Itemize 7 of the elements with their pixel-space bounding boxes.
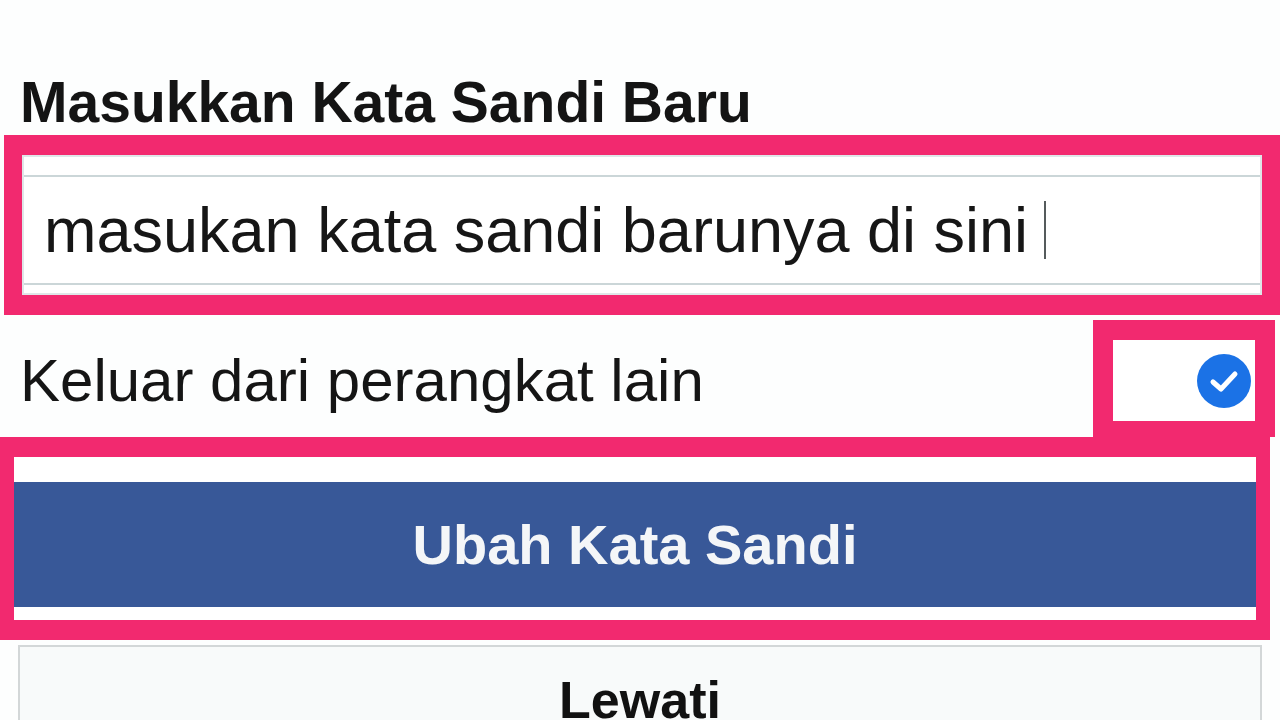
checkbox[interactable]	[1197, 353, 1251, 408]
field-label: Masukkan Kata Sandi Baru	[20, 69, 752, 135]
change-password-button[interactable]: Ubah Kata Sandi	[14, 482, 1256, 607]
password-field[interactable]: masukan kata sandi barunya di sini	[22, 155, 1262, 295]
skip-button[interactable]: Lewati	[18, 645, 1262, 720]
checkbox-label: Keluar dari perangkat lain	[20, 346, 704, 416]
text-cursor-icon	[1044, 201, 1047, 259]
